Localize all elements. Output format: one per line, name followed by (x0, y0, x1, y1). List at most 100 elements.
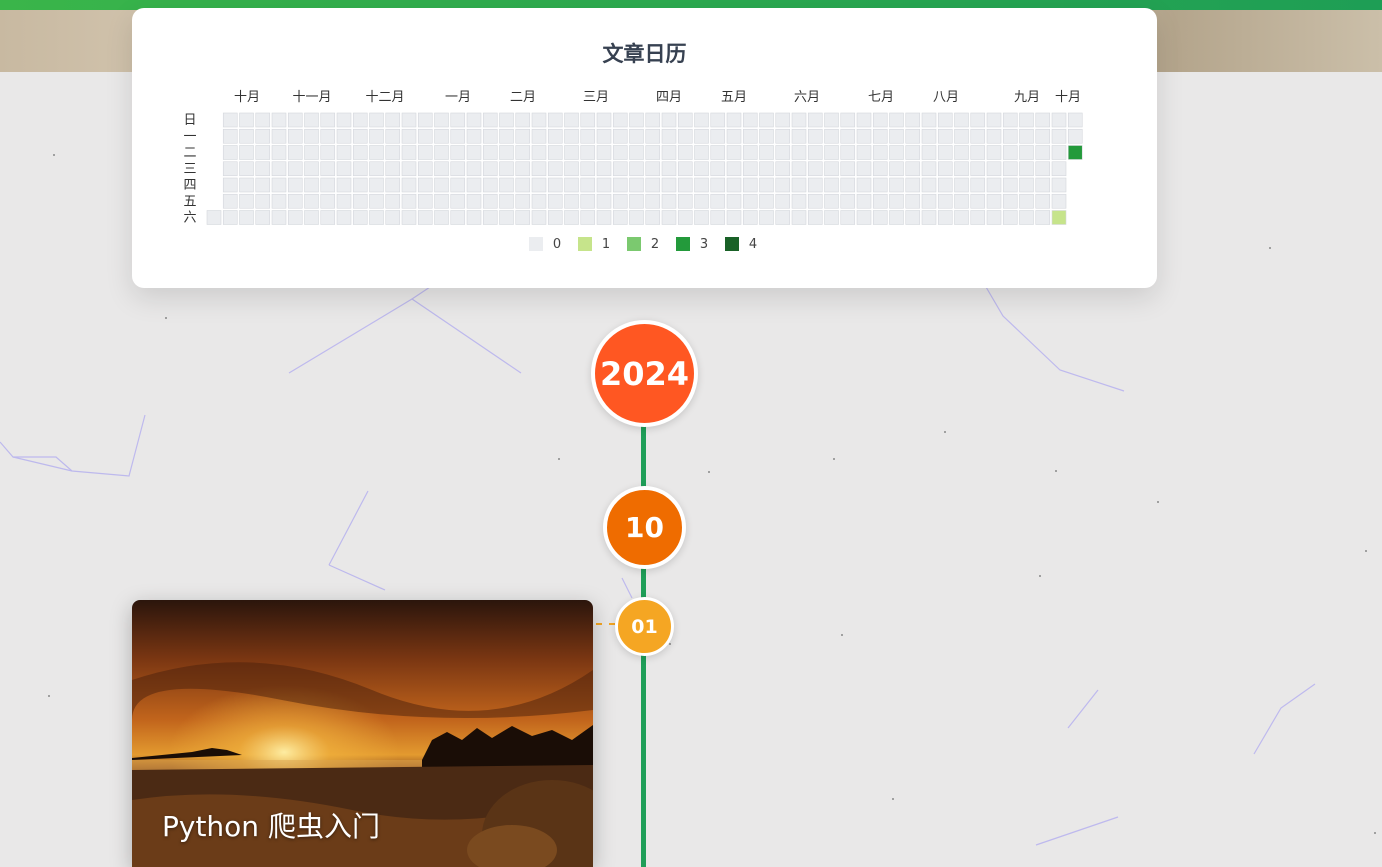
calendar-day-cell (580, 161, 596, 177)
calendar-day-cell (596, 145, 612, 160)
timeline-month-badge[interactable]: 10 (603, 486, 686, 569)
calendar-day-cell (320, 193, 336, 209)
calendar-day-cell (466, 161, 482, 177)
calendar-day-cell (726, 145, 742, 160)
calendar-day-cell (645, 177, 661, 193)
calendar-day-cell (645, 128, 661, 144)
calendar-day-cell (515, 161, 531, 177)
calendar-day-cell (304, 128, 319, 144)
calendar-day-cell (499, 210, 514, 225)
calendar-day-cell (401, 210, 417, 225)
month-label: 十二月 (365, 90, 404, 105)
calendar-day-cell (450, 193, 466, 209)
calendar-day-cell (970, 177, 986, 193)
timeline-day-badge[interactable]: 01 (615, 597, 674, 656)
calendar-day-cell (369, 193, 384, 209)
month-label: 四月 (656, 90, 682, 105)
calendar-day-cell (954, 177, 969, 193)
calendar-day-cell (710, 145, 726, 160)
calendar-day-cell (515, 193, 531, 209)
calendar-day-cell (905, 145, 921, 160)
calendar-day-cell (1035, 177, 1051, 193)
calendar-day-cell (1067, 145, 1083, 160)
calendar-day-cell (401, 128, 417, 144)
calendar-day-cell (401, 177, 417, 193)
calendar-day-cell (320, 161, 336, 177)
calendar-day-cell (206, 210, 222, 225)
calendar-day-cell (677, 112, 693, 128)
calendar-day-cell (596, 210, 612, 225)
calendar-day-cell (1051, 145, 1067, 160)
calendar-day-cell (1051, 193, 1067, 209)
calendar-day-cell (824, 161, 839, 177)
calendar-day-cell (271, 161, 287, 177)
calendar-day-cell (482, 193, 498, 209)
calendar-day-cell (434, 177, 449, 193)
calendar-day-cell (239, 177, 254, 193)
calendar-day-cell (222, 193, 238, 209)
calendar-day-cell (629, 128, 644, 144)
calendar-day-cell (271, 145, 287, 160)
calendar-day-cell (401, 145, 417, 160)
calendar-day-cell (239, 210, 254, 225)
calendar-day-cell (239, 145, 254, 160)
calendar-day-cell (271, 128, 287, 144)
calendar-day-cell (710, 161, 726, 177)
calendar-day-cell (531, 128, 547, 144)
timeline-year-badge[interactable]: 2024 (591, 320, 698, 427)
calendar-day-cell (1051, 177, 1067, 193)
calendar-day-cell (840, 210, 856, 225)
calendar-day-cell (401, 112, 417, 128)
calendar-day-cell (677, 128, 693, 144)
calendar-day-cell (385, 128, 401, 144)
calendar-day-cell (889, 193, 904, 209)
calendar-day-cell (1019, 161, 1034, 177)
calendar-day-cell (1035, 210, 1051, 225)
calendar-day-cell (304, 193, 319, 209)
calendar-day-cell (742, 128, 758, 144)
calendar-day-cell (694, 128, 709, 144)
calendar-day-cell (239, 193, 254, 209)
calendar-day-cell (612, 193, 628, 209)
calendar-day-cell (434, 128, 449, 144)
calendar-day-cell (369, 210, 384, 225)
calendar-day-cell (547, 177, 563, 193)
calendar-day-cell (547, 161, 563, 177)
calendar-day-cell (905, 161, 921, 177)
calendar-day-cell (352, 177, 368, 193)
calendar-day-cell (336, 145, 352, 160)
calendar-day-cell (759, 161, 774, 177)
calendar-day-cell (417, 177, 433, 193)
calendar-day-cell (661, 177, 677, 193)
calendar-day-cell (710, 177, 726, 193)
calendar-day-cell (1002, 177, 1018, 193)
calendar-day-cell (905, 193, 921, 209)
calendar-day-cell (450, 177, 466, 193)
calendar-day-cell (612, 128, 628, 144)
calendar-day-cell (499, 112, 514, 128)
calendar-day-cell (417, 128, 433, 144)
post-card[interactable]: Python 爬虫入门 (132, 600, 593, 867)
legend-swatch (725, 237, 739, 251)
calendar-day-cell (954, 128, 969, 144)
calendar-day-cell (921, 128, 937, 144)
calendar-day-cell (596, 177, 612, 193)
post-title[interactable]: Python 爬虫入门 (162, 805, 380, 845)
calendar-day-cell (742, 112, 758, 128)
calendar-day-cell (320, 112, 336, 128)
calendar-day-cell (759, 145, 774, 160)
weekday-label: 六 (183, 211, 196, 226)
calendar-day-cell (970, 112, 986, 128)
calendar-day-cell (775, 161, 791, 177)
calendar-day-cell (580, 128, 596, 144)
calendar-day-cell (824, 128, 839, 144)
calendar-day-cell (986, 128, 1002, 144)
calendar-day-cell (726, 161, 742, 177)
calendar-day-cell (450, 128, 466, 144)
calendar-day-cell (791, 128, 807, 144)
calendar-day-cell (856, 177, 872, 193)
calendar-day-cell (547, 210, 563, 225)
legend-swatch (676, 237, 690, 251)
calendar-day-cell (466, 145, 482, 160)
calendar-day-cell (1035, 145, 1051, 160)
